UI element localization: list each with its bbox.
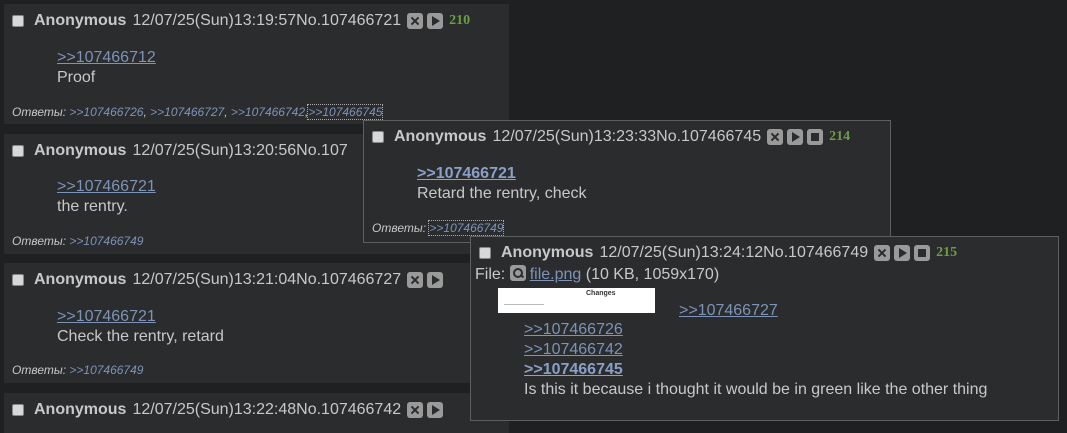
file-link[interactable]: file.png xyxy=(530,266,582,283)
post-107466721: Anonymous 12/07/25(Sun)13:19:57 No.10746… xyxy=(4,4,509,124)
post-date: 12/07/25(Sun)13:21:04 xyxy=(132,271,297,288)
post-checkbox[interactable] xyxy=(12,274,24,286)
stop-icon[interactable] xyxy=(914,245,931,261)
post-text: Is this it because i thought it would be… xyxy=(524,381,988,398)
quote-link[interactable]: >>107466712 xyxy=(57,48,156,68)
post-number[interactable]: No.107466745 xyxy=(656,128,761,146)
reply-link[interactable]: >>107466749 xyxy=(69,234,143,248)
post-date: 12/07/25(Sun)13:20:56 xyxy=(132,142,297,159)
post-date: 12/07/25(Sun)13:24:12 xyxy=(599,244,764,261)
poster-name: Anonymous xyxy=(34,271,127,288)
play-icon[interactable] xyxy=(427,402,444,418)
replies-list: Ответы: >>107466749 xyxy=(12,234,143,248)
reply-link[interactable]: >>107466726 xyxy=(69,105,143,119)
quote-link[interactable]: >>107466745 xyxy=(524,360,987,380)
post-number[interactable]: No.107466749 xyxy=(763,244,868,262)
quote-link[interactable]: >>107466721 xyxy=(417,164,587,184)
post-text: Retard the rentry, check xyxy=(417,185,587,202)
stop-icon[interactable] xyxy=(807,129,824,145)
reply-link[interactable]: >>107466727 xyxy=(150,105,224,119)
poster-name: Anonymous xyxy=(501,244,594,261)
replies-label: Ответы: xyxy=(12,105,67,119)
popup-post-107466745: Anonymous 12/07/25(Sun)13:23:33 No.10746… xyxy=(363,120,891,243)
file-meta: (10 KB, 1059x170) xyxy=(585,266,720,283)
post-date: 12/07/25(Sun)13:19:57 xyxy=(132,12,297,29)
close-icon[interactable] xyxy=(874,245,891,261)
popup-post-107466749: Anonymous 12/07/25(Sun)13:24:12 No.10746… xyxy=(470,236,1059,421)
reply-link[interactable]: >>107466749 xyxy=(69,363,143,377)
reply-link[interactable]: >>107466742 xyxy=(231,105,305,119)
reply-link-active[interactable]: >>107466745 xyxy=(307,104,384,120)
post-number[interactable]: No.107466721 xyxy=(296,12,401,30)
post-text: the rentry. xyxy=(57,198,128,215)
file-info-line: File: file.png (10 KB, 1059x170) xyxy=(475,265,719,284)
poster-name: Anonymous xyxy=(34,401,127,418)
play-icon[interactable] xyxy=(787,129,804,145)
quote-link[interactable]: >>107466727 xyxy=(679,301,778,321)
post-count: 210 xyxy=(449,13,471,28)
reply-link-active[interactable]: >>107466749 xyxy=(428,220,505,236)
close-icon[interactable] xyxy=(407,402,424,418)
post-date: 12/07/25(Sun)13:22:48 xyxy=(132,401,297,418)
post-checkbox[interactable] xyxy=(12,15,24,27)
quote-link[interactable]: >>107466721 xyxy=(57,177,156,197)
poster-name: Anonymous xyxy=(34,12,127,29)
post-107466727: Anonymous 12/07/25(Sun)13:21:04 No.10746… xyxy=(4,263,509,383)
replies-list: Ответы: >>107466749 xyxy=(372,220,505,236)
file-thumbnail[interactable]: Changes xyxy=(498,288,655,313)
quote-link[interactable]: >>107466742 xyxy=(524,340,987,360)
replies-label: Ответы: xyxy=(12,363,67,377)
replies-list: Ответы: >>107466749 xyxy=(12,363,143,377)
post-number[interactable]: No.107466727 xyxy=(296,271,401,289)
post-number[interactable]: No.107 xyxy=(296,142,348,160)
post-number[interactable]: No.107466742 xyxy=(296,401,401,419)
post-checkbox[interactable] xyxy=(372,131,384,143)
quote-link[interactable]: >>107466721 xyxy=(57,307,224,327)
post-checkbox[interactable] xyxy=(479,247,491,259)
replies-label: Ответы: xyxy=(372,221,427,235)
post-checkbox[interactable] xyxy=(12,145,24,157)
post-text: Proof xyxy=(57,69,96,86)
post-count: 215 xyxy=(936,245,958,260)
post-count: 214 xyxy=(829,129,851,144)
close-icon[interactable] xyxy=(767,129,784,145)
file-label: File: xyxy=(475,266,506,283)
close-icon[interactable] xyxy=(407,13,424,29)
post-date: 12/07/25(Sun)13:23:33 xyxy=(492,128,657,145)
close-icon[interactable] xyxy=(407,272,424,288)
poster-name: Anonymous xyxy=(34,142,127,159)
play-icon[interactable] xyxy=(894,245,911,261)
poster-name: Anonymous xyxy=(394,128,487,145)
replies-label: Ответы: xyxy=(12,234,67,248)
post-checkbox[interactable] xyxy=(12,404,24,416)
magnifier-icon[interactable] xyxy=(509,265,526,281)
thumbnail-line xyxy=(504,304,544,305)
play-icon[interactable] xyxy=(427,13,444,29)
thumbnail-title: Changes xyxy=(586,290,616,297)
quote-link[interactable]: >>107466726 xyxy=(524,320,987,340)
post-107466742: Anonymous 12/07/25(Sun)13:22:48 No.10746… xyxy=(4,393,509,433)
play-icon[interactable] xyxy=(427,272,444,288)
replies-list: Ответы: >>107466726, >>107466727, >>1074… xyxy=(12,104,384,120)
post-text: Check the rentry, retard xyxy=(57,328,224,345)
